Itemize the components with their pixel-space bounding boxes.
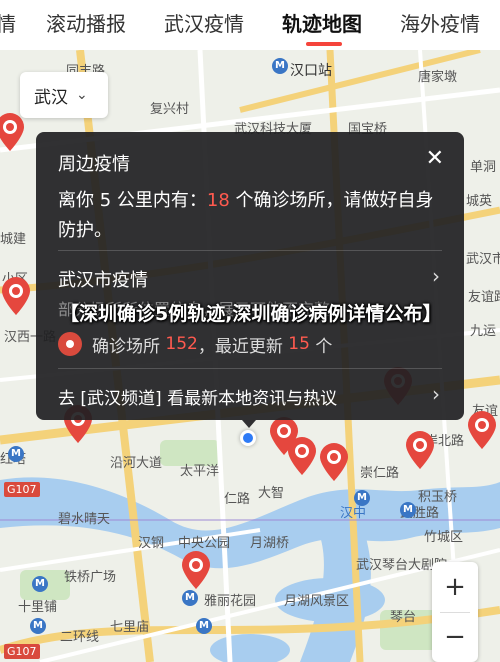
- chevron-down-icon: ⌄: [76, 87, 88, 103]
- tab-overseas[interactable]: 海外疫情: [400, 8, 480, 37]
- map-label: 武汉市: [466, 252, 500, 267]
- case-location-pin[interactable]: [0, 276, 32, 316]
- case-location-pin[interactable]: [0, 112, 26, 152]
- map-label: 城建: [0, 232, 27, 247]
- map-label: 铁桥广场: [64, 570, 117, 585]
- city-selector[interactable]: 武汉 ⌄: [20, 72, 108, 118]
- virus-icon: [58, 332, 82, 356]
- map-label: 七里庙: [110, 620, 150, 635]
- map-label: 十里铺: [18, 600, 58, 615]
- divider: [58, 250, 442, 251]
- metro-icon: M: [354, 490, 370, 506]
- city-stats-row: 确诊场所 152 ，最近更新 15 个: [58, 330, 438, 358]
- case-location-pin[interactable]: [180, 550, 212, 590]
- map-label: 崇仁路: [360, 466, 400, 481]
- channel-link[interactable]: 去 [武汉频道] 看最新本地资讯与热议: [58, 384, 337, 409]
- panel-title: 周边疫情: [58, 154, 130, 175]
- chevron-right-icon[interactable]: ›: [432, 382, 440, 406]
- map-label: 中央公园: [178, 536, 231, 551]
- map-label: 月湖风景区: [284, 594, 350, 609]
- map-label: 琴台: [390, 610, 417, 625]
- epidemic-info-panel: 周边疫情 ✕ 离你 5 公里内有：18 个确诊场所，请做好自身防护。 武汉市疫情…: [36, 132, 464, 420]
- top-tab-bar: 情 滚动播报 武汉疫情 轨迹地图 海外疫情: [0, 0, 500, 50]
- current-location-dot: [240, 430, 256, 446]
- zoom-in-button[interactable]: +: [432, 562, 478, 612]
- map-label: 二环线: [60, 630, 100, 645]
- city-selector-label: 武汉: [34, 87, 68, 108]
- metro-icon: M: [30, 618, 46, 634]
- map-label: 城英: [466, 194, 493, 209]
- metro-icon: M: [32, 576, 48, 592]
- map-label: 汉口站: [290, 63, 332, 79]
- map-label: 单洞: [470, 160, 497, 175]
- divider: [58, 368, 442, 369]
- map-label: 雅丽花园: [204, 594, 257, 609]
- stats-label: 确诊场所: [92, 336, 160, 357]
- metro-icon: M: [272, 58, 288, 74]
- nearby-prefix: 离你 5 公里内有：: [58, 190, 207, 211]
- nearby-summary: 离你 5 公里内有：18 个确诊场所，请做好自身防护。: [58, 186, 446, 246]
- map-label: 九运: [470, 324, 497, 339]
- divider: [440, 612, 470, 613]
- case-location-pin[interactable]: [466, 410, 498, 450]
- map-label: 碧水晴天: [58, 512, 111, 527]
- case-location-pin[interactable]: [318, 442, 350, 482]
- stats-recent: 15: [288, 334, 310, 354]
- map-label: 竹城区: [424, 530, 464, 545]
- tab-partial[interactable]: 情: [0, 8, 16, 37]
- case-location-pin[interactable]: [404, 430, 436, 470]
- metro-icon: M: [196, 618, 212, 634]
- map-label: 仁路: [224, 492, 251, 507]
- stats-count: 152: [165, 334, 198, 354]
- article-headline: 【深圳确诊5例轨迹,深圳确诊病例详情公布】: [60, 303, 442, 325]
- nearby-count: 18: [206, 190, 230, 211]
- highway-tag: G107: [4, 482, 40, 497]
- highway-tag: G107: [4, 644, 40, 659]
- panel-pointer: [242, 420, 256, 428]
- map-label: 汉钢: [138, 536, 165, 551]
- metro-icon: M: [400, 502, 416, 518]
- city-epidemic-link[interactable]: 武汉市疫情: [58, 266, 148, 292]
- close-icon[interactable]: ✕: [426, 146, 444, 171]
- case-location-pin[interactable]: [286, 436, 318, 476]
- map-label: 唐家墩: [418, 70, 458, 85]
- zoom-controls: + −: [432, 562, 478, 662]
- stats-mid: ，最近更新: [197, 336, 283, 357]
- zoom-out-button[interactable]: −: [432, 612, 478, 662]
- tab-track-map[interactable]: 轨迹地图: [282, 8, 362, 37]
- map-label: 大智: [258, 486, 285, 501]
- map-label: 月湖桥: [250, 536, 290, 551]
- stats-unit: 个: [315, 336, 333, 357]
- chevron-right-icon[interactable]: ›: [432, 264, 440, 288]
- tab-wuhan-epidemic[interactable]: 武汉疫情: [164, 8, 244, 37]
- map-label: 友谊路: [468, 290, 500, 305]
- metro-icon: M: [182, 590, 198, 606]
- tab-live-feed[interactable]: 滚动播报: [46, 8, 126, 37]
- map-label: 沿河大道: [110, 456, 163, 471]
- map-label: 复兴村: [150, 102, 190, 117]
- metro-icon: M: [8, 446, 24, 462]
- active-tab-indicator: [306, 42, 342, 46]
- map-label: 太平洋: [180, 464, 220, 479]
